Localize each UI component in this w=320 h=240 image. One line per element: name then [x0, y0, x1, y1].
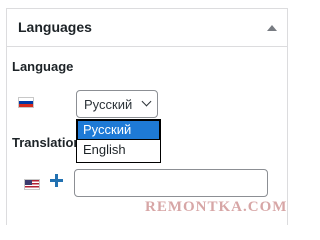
language-select[interactable]: Русский	[76, 90, 158, 118]
watermark: REMONTKA.COM	[145, 199, 288, 215]
russian-flag-icon	[18, 97, 34, 108]
language-select-value: Русский	[84, 97, 133, 112]
translation-input[interactable]	[74, 169, 268, 197]
panel-title: Languages	[18, 19, 92, 35]
language-label: Language	[12, 59, 74, 74]
panel-header[interactable]: Languages	[7, 9, 287, 47]
language-dropdown-list: Русский English	[76, 119, 161, 163]
collapse-triangle-icon[interactable]	[267, 25, 277, 31]
add-translation-plus-icon[interactable]	[49, 173, 64, 188]
option-russian[interactable]: Русский	[77, 120, 160, 140]
option-english[interactable]: English	[77, 140, 160, 160]
us-flag-icon	[24, 179, 40, 190]
chevron-down-icon	[141, 96, 152, 107]
